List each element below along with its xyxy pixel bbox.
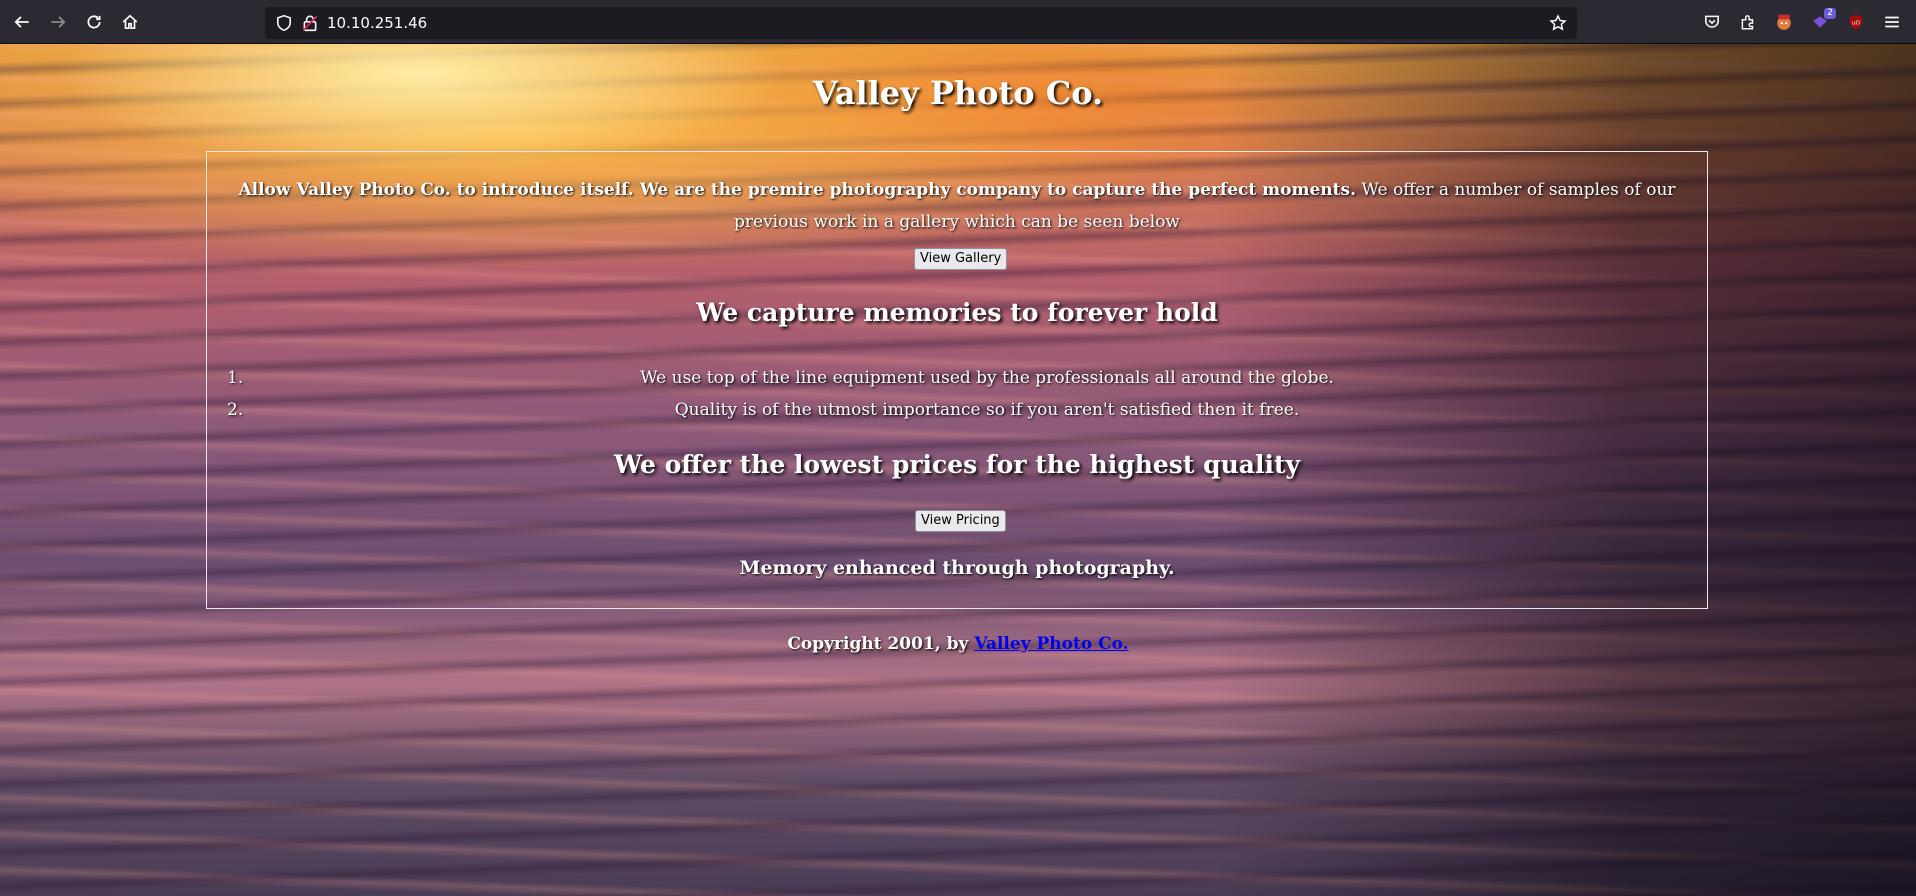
browser-toolbar: 10.10.251.46 2 uO (0, 0, 1916, 44)
intro-paragraph: Allow Valley Photo Co. to introduce itse… (209, 174, 1705, 238)
extension-badge-icon[interactable]: 2 (1810, 8, 1836, 32)
view-pricing-button[interactable]: View Pricing (915, 510, 1006, 532)
list-item: 2. Quality is of the utmost importance s… (207, 394, 1707, 426)
forward-icon[interactable] (44, 8, 72, 36)
prices-heading: We offer the lowest prices for the highe… (613, 450, 1301, 479)
memories-heading: We capture memories to forever hold (696, 298, 1218, 327)
svg-text:uO: uO (1852, 20, 1861, 26)
menu-icon[interactable] (1882, 12, 1902, 32)
features-list: 1. We use top of the line equipment used… (207, 362, 1707, 426)
list-item: 1. We use top of the line equipment used… (207, 362, 1707, 394)
page-title: Valley Photo Co. (812, 74, 1104, 112)
bookmark-star-icon[interactable] (1549, 14, 1567, 32)
lock-icon[interactable] (301, 14, 319, 32)
extensions-icon[interactable] (1738, 12, 1758, 32)
extension-badge-count: 2 (1824, 8, 1836, 19)
page-content: Valley Photo Co. Allow Valley Photo Co. … (0, 44, 1916, 896)
intro-bold-text: Allow Valley Photo Co. to introduce itse… (238, 180, 1356, 200)
view-gallery-button[interactable]: View Gallery (914, 248, 1008, 270)
page-viewport: Valley Photo Co. Allow Valley Photo Co. … (0, 44, 1916, 896)
list-item-text: Quality is of the utmost importance so i… (674, 400, 1300, 420)
list-item-number: 2. (227, 400, 244, 420)
shield-icon[interactable] (275, 14, 293, 32)
footer-company-link[interactable]: Valley Photo Co. (974, 634, 1128, 654)
list-item-number: 1. (227, 368, 244, 388)
list-item-text: We use top of the line equipment used by… (640, 368, 1334, 388)
ublock-icon[interactable]: uO (1846, 12, 1866, 32)
url-text[interactable]: 10.10.251.46 (327, 14, 427, 32)
reload-icon[interactable] (80, 8, 108, 36)
url-bar[interactable]: 10.10.251.46 (265, 7, 1577, 39)
back-icon[interactable] (8, 8, 36, 36)
pocket-icon[interactable] (1702, 12, 1722, 32)
home-icon[interactable] (116, 8, 144, 36)
foxyproxy-icon[interactable] (1774, 12, 1794, 32)
footer: Copyright 2001, by Valley Photo Co. (0, 634, 1916, 654)
footer-copyright: Copyright 2001, by (787, 634, 975, 654)
tagline: Memory enhanced through photography. (739, 557, 1175, 579)
content-box: Allow Valley Photo Co. to introduce itse… (206, 151, 1708, 609)
